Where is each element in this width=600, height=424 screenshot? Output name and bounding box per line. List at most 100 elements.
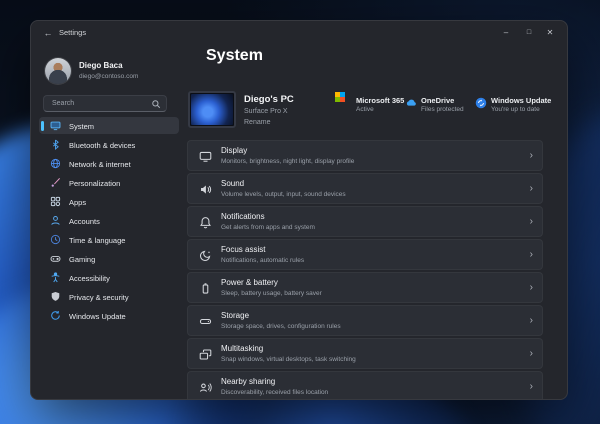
status-title: OneDrive	[421, 96, 454, 105]
status-subtitle: Files protected	[421, 106, 464, 113]
gaming-icon	[50, 253, 61, 264]
chevron-right-icon	[530, 315, 533, 326]
windows-update-icon	[50, 310, 61, 321]
sound-icon	[199, 183, 212, 196]
sidebar-item-network-internet[interactable]: Network & internet	[39, 155, 179, 172]
sidebar-item-accessibility[interactable]: Accessibility	[39, 269, 179, 286]
sidebar-item-label: Time & language	[69, 236, 125, 245]
time-language-icon	[50, 234, 61, 245]
setting-title: Focus assist	[221, 245, 265, 254]
sidebar-item-privacy-security[interactable]: Privacy & security	[39, 288, 179, 305]
back-arrow-icon[interactable]	[42, 27, 54, 39]
sidebar-item-label: Personalization	[69, 179, 120, 188]
status-title: Windows Update	[491, 96, 551, 105]
sidebar-item-label: Apps	[69, 198, 86, 207]
setting-title: Multitasking	[221, 344, 263, 353]
setting-subtitle: Snap windows, virtual desktops, task swi…	[221, 356, 356, 363]
settings-row-nearby-sharing[interactable]: Nearby sharing Discoverability, received…	[187, 371, 543, 400]
setting-subtitle: Storage space, drives, configuration rul…	[221, 323, 341, 330]
chevron-right-icon	[530, 216, 533, 227]
setting-title: Power & battery	[221, 278, 278, 287]
chevron-right-icon	[530, 249, 533, 260]
settings-window: Settings Diego Baca diego@contoso.com Se…	[30, 20, 568, 400]
device-thumbnail-screen	[191, 94, 233, 125]
device-name: Diego's PC	[244, 94, 294, 105]
sidebar-item-accounts[interactable]: Accounts	[39, 212, 179, 229]
setting-title: Display	[221, 146, 247, 155]
sidebar-item-label: Bluetooth & devices	[69, 141, 135, 150]
avatar[interactable]	[45, 58, 71, 84]
accounts-icon	[50, 215, 61, 226]
sidebar-item-label: Privacy & security	[69, 293, 129, 302]
status-title: Microsoft 365	[356, 96, 404, 105]
close-button[interactable]	[541, 26, 559, 40]
notifications-icon	[199, 216, 212, 229]
network-icon	[50, 158, 61, 169]
storage-icon	[199, 315, 212, 328]
accessibility-icon	[50, 272, 61, 283]
setting-title: Storage	[221, 311, 249, 320]
chevron-right-icon	[530, 348, 533, 359]
device-model: Surface Pro X	[244, 108, 288, 115]
page-title: System	[206, 47, 263, 65]
multitasking-icon	[199, 348, 212, 361]
settings-row-display[interactable]: Display Monitors, brightness, night ligh…	[187, 140, 543, 171]
focus-assist-icon	[199, 249, 212, 262]
sidebar-item-personalization[interactable]: Personalization	[39, 174, 179, 191]
display-icon	[199, 150, 212, 163]
chevron-right-icon	[530, 183, 533, 194]
setting-subtitle: Notifications, automatic rules	[221, 257, 304, 264]
settings-row-focus-assist[interactable]: Focus assist Notifications, automatic ru…	[187, 239, 543, 270]
sidebar-item-system[interactable]: System	[39, 117, 179, 134]
windows-update-icon	[475, 97, 487, 109]
status-subtitle: You're up to date	[491, 106, 540, 113]
bluetooth-icon	[50, 139, 61, 150]
setting-title: Notifications	[221, 212, 265, 221]
setting-subtitle: Sleep, battery usage, battery saver	[221, 290, 322, 297]
setting-subtitle: Get alerts from apps and system	[221, 224, 315, 231]
settings-row-sound[interactable]: Sound Volume levels, output, input, soun…	[187, 173, 543, 204]
settings-row-notifications[interactable]: Notifications Get alerts from apps and s…	[187, 206, 543, 237]
status-subtitle: Active	[356, 106, 374, 113]
sidebar-item-apps[interactable]: Apps	[39, 193, 179, 210]
sidebar-item-label: Windows Update	[69, 312, 126, 321]
search-input[interactable]: Search	[43, 95, 167, 112]
account-email: diego@contoso.com	[79, 73, 138, 80]
selected-indicator	[41, 121, 44, 131]
nearby-sharing-icon	[199, 381, 212, 394]
chevron-right-icon	[530, 150, 533, 161]
setting-subtitle: Monitors, brightness, night light, displ…	[221, 158, 354, 165]
maximize-button[interactable]	[520, 26, 538, 40]
chevron-right-icon	[530, 381, 533, 392]
apps-icon	[50, 196, 61, 207]
desktop-wallpaper: Settings Diego Baca diego@contoso.com Se…	[0, 0, 600, 424]
sidebar-item-label: Accounts	[69, 217, 100, 226]
rename-link[interactable]: Rename	[244, 119, 270, 126]
sidebar-item-bluetooth-devices[interactable]: Bluetooth & devices	[39, 136, 179, 153]
sidebar-item-time-language[interactable]: Time & language	[39, 231, 179, 248]
chevron-right-icon	[530, 282, 533, 293]
privacy-security-icon	[50, 291, 61, 302]
sidebar-item-gaming[interactable]: Gaming	[39, 250, 179, 267]
setting-title: Nearby sharing	[221, 377, 275, 386]
settings-row-power-battery[interactable]: Power & battery Sleep, battery usage, ba…	[187, 272, 543, 303]
system-icon	[50, 120, 61, 131]
power-battery-icon	[199, 282, 212, 295]
settings-row-storage[interactable]: Storage Storage space, drives, configura…	[187, 305, 543, 336]
account-name: Diego Baca	[79, 61, 123, 70]
search-placeholder: Search	[52, 100, 74, 107]
device-thumbnail	[188, 91, 236, 128]
sidebar-item-label: Accessibility	[69, 274, 110, 283]
sidebar-item-label: System	[69, 122, 94, 131]
setting-subtitle: Discoverability, received files location	[221, 389, 328, 396]
setting-title: Sound	[221, 179, 244, 188]
search-icon	[151, 99, 161, 109]
setting-subtitle: Volume levels, output, input, sound devi…	[221, 191, 346, 198]
personalization-icon	[50, 177, 61, 188]
sidebar-item-windows-update[interactable]: Windows Update	[39, 307, 179, 324]
settings-row-multitasking[interactable]: Multitasking Snap windows, virtual deskt…	[187, 338, 543, 369]
minimize-button[interactable]	[497, 26, 515, 40]
microsoft-365-icon	[340, 97, 352, 109]
sidebar-item-label: Gaming	[69, 255, 95, 264]
sidebar-item-label: Network & internet	[69, 160, 131, 169]
